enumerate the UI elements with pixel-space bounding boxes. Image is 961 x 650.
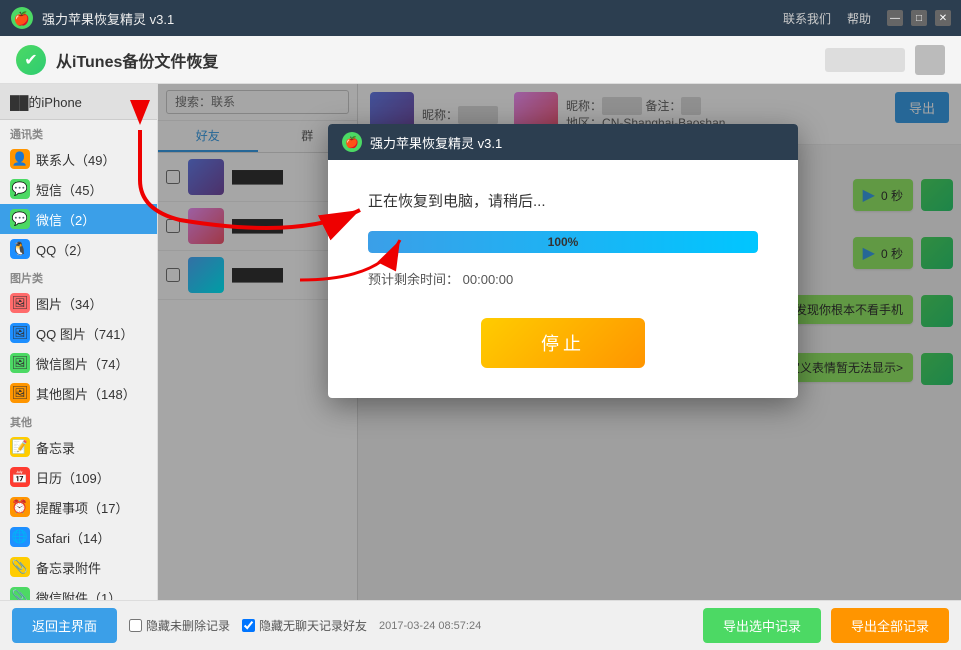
sidebar-item-contacts[interactable]: 👤 联系人（49） [0, 144, 157, 174]
reminder-label: 提醒事项（17） [36, 498, 128, 517]
app-logo: 🍎 [10, 6, 34, 30]
wechat-icon: 💬 [10, 209, 30, 229]
bottom-right-btns: 导出选中记录 导出全部记录 [703, 608, 949, 643]
help-btn[interactable]: 帮助 [847, 10, 871, 27]
wechat-label: 微信（2） [36, 210, 95, 229]
calendar-label: 日历（109） [36, 468, 110, 487]
svg-text:🍎: 🍎 [14, 10, 30, 26]
calendar-icon: 📅 [10, 467, 30, 487]
check1[interactable] [129, 619, 142, 632]
qq-label: QQ（2） [36, 240, 89, 259]
sidebar-item-notefile[interactable]: 📎 备忘录附件 [0, 552, 157, 582]
header-icon: ✔ [16, 45, 46, 75]
bottom-timestamp: 2017-03-24 08:57:24 [379, 620, 481, 632]
sidebar-item-memo[interactable]: 📝 备忘录 [0, 432, 157, 462]
section-comms: 通讯类 [0, 120, 157, 144]
main-layout: ██的iPhone 通讯类 👤 联系人（49） 💬 短信（45） 💬 微信（2）… [0, 84, 961, 600]
user-avatar [915, 45, 945, 75]
export-all-btn[interactable]: 导出全部记录 [831, 608, 949, 643]
title-bar-actions: 联系我们 帮助 [783, 10, 871, 27]
modal-overlay: 🍎 强力苹果恢复精灵 v3.1 正在恢复到电脑，请稍后... 100% 预计剩余… [158, 84, 961, 600]
sidebar-item-sms[interactable]: 💬 短信（45） [0, 174, 157, 204]
modal-progress-bg: 100% [368, 231, 758, 253]
modal-body: 正在恢复到电脑，请稍后... 100% 预计剩余时间： 00:00:00 停止 [328, 160, 798, 398]
wechatfile-label: 微信附件（1） [36, 588, 121, 601]
wechatphoto-icon: 🖼 [10, 353, 30, 373]
sidebar-item-photos[interactable]: 🖼 图片（34） [0, 288, 157, 318]
modal-stop-btn[interactable]: 停止 [481, 318, 645, 368]
otherphoto-icon: 🖼 [10, 383, 30, 403]
modal-progress-label: 100% [548, 235, 579, 249]
sidebar: ██的iPhone 通讯类 👤 联系人（49） 💬 短信（45） 💬 微信（2）… [0, 84, 158, 600]
close-btn[interactable]: ✕ [935, 10, 951, 26]
sms-icon: 💬 [10, 179, 30, 199]
notefile-label: 备忘录附件 [36, 558, 101, 577]
safari-icon: 🌐 [10, 527, 30, 547]
qqphoto-label: QQ 图片（741） [36, 324, 134, 343]
wechatfile-icon: 📎 [10, 587, 30, 600]
sidebar-item-otherphotos[interactable]: 🖼 其他图片（148） [0, 378, 157, 408]
wechatphoto-label: 微信图片（74） [36, 354, 128, 373]
modal-titlebar: 🍎 强力苹果恢复精灵 v3.1 [328, 124, 798, 160]
contact-icon: 👤 [10, 149, 30, 169]
sidebar-item-qq[interactable]: 🐧 QQ（2） [0, 234, 157, 264]
otherphoto-label: 其他图片（148） [36, 384, 136, 403]
qqphoto-icon: 🖼 [10, 323, 30, 343]
check2[interactable] [242, 619, 255, 632]
sidebar-item-wechatfile[interactable]: 📎 微信附件（1） [0, 582, 157, 600]
check1-label: 隐藏未删除记录 [129, 617, 230, 634]
app-title: 强力苹果恢复精灵 v3.1 [42, 9, 783, 28]
contact-us-btn[interactable]: 联系我们 [783, 10, 831, 27]
sidebar-item-wechat[interactable]: 💬 微信（2） [0, 204, 157, 234]
reminder-icon: ⏰ [10, 497, 30, 517]
section-others: 其他 [0, 408, 157, 432]
sidebar-item-safari[interactable]: 🌐 Safari（14） [0, 522, 157, 552]
bottom-bar: 返回主界面 隐藏未删除记录 隐藏无聊天记录好友 2017-03-24 08:57… [0, 600, 961, 650]
window-controls: — □ ✕ [887, 10, 951, 26]
header-title: 从iTunes备份文件恢复 [56, 48, 218, 72]
return-btn[interactable]: 返回主界面 [12, 608, 117, 643]
modal-box: 🍎 强力苹果恢复精灵 v3.1 正在恢复到电脑，请稍后... 100% 预计剩余… [328, 124, 798, 398]
photo-label: 图片（34） [36, 294, 102, 313]
modal-time-row: 预计剩余时间： 00:00:00 [368, 269, 758, 288]
header-bar: ✔ 从iTunes备份文件恢复 [0, 36, 961, 84]
modal-status: 正在恢复到电脑，请稍后... [368, 190, 758, 211]
memo-icon: 📝 [10, 437, 30, 457]
notefile-icon: 📎 [10, 557, 30, 577]
sidebar-item-wechatphotos[interactable]: 🖼 微信图片（74） [0, 348, 157, 378]
header-right [825, 45, 945, 75]
minimize-btn[interactable]: — [887, 10, 903, 26]
content-area: 好友 群 ██████ ██████ ██████ [158, 84, 961, 600]
sidebar-item-calendar[interactable]: 📅 日历（109） [0, 462, 157, 492]
modal-title: 强力苹果恢复精灵 v3.1 [370, 133, 502, 152]
section-photos: 图片类 [0, 264, 157, 288]
sidebar-item-qqphotos[interactable]: 🖼 QQ 图片（741） [0, 318, 157, 348]
modal-logo: 🍎 [342, 132, 362, 152]
check2-label: 隐藏无聊天记录好友 [242, 617, 367, 634]
memo-label: 备忘录 [36, 438, 75, 457]
photo-icon: 🖼 [10, 293, 30, 313]
user-info-placeholder [825, 48, 905, 72]
qq-icon: 🐧 [10, 239, 30, 259]
export-selected-btn[interactable]: 导出选中记录 [703, 608, 821, 643]
safari-label: Safari（14） [36, 528, 110, 547]
title-bar: 🍎 强力苹果恢复精灵 v3.1 联系我们 帮助 — □ ✕ [0, 0, 961, 36]
maximize-btn[interactable]: □ [911, 10, 927, 26]
sidebar-item-reminder[interactable]: ⏰ 提醒事项（17） [0, 492, 157, 522]
sms-label: 短信（45） [36, 180, 102, 199]
contact-label: 联系人（49） [36, 150, 115, 169]
device-label: ██的iPhone [0, 84, 157, 120]
